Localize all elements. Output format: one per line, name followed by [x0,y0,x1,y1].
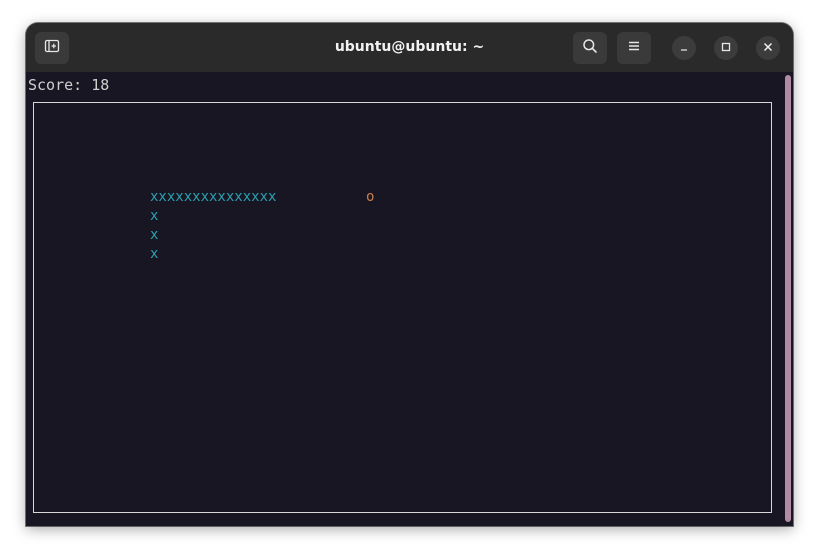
menu-button[interactable] [617,32,651,64]
new-tab-icon [44,38,60,59]
snake-segment: x [150,208,159,224]
terminal-area[interactable]: Score: 18 xxxxxxxxxxxxxxx x x x o [26,72,793,526]
search-icon [582,38,598,59]
minimize-button[interactable] [672,36,696,60]
maximize-button[interactable] [714,36,738,60]
close-button[interactable] [756,36,780,60]
maximize-icon [721,39,731,57]
snake-segment: x [150,227,159,243]
game-board: xxxxxxxxxxxxxxx x x x o [33,102,772,513]
terminal-window: ubuntu@ubuntu: ~ Score: 18 xxxxxxxxxxxxx… [26,23,793,526]
minimize-icon [679,39,689,57]
scrollbar[interactable] [785,75,791,522]
food-item: o [366,189,375,205]
new-tab-button[interactable] [35,32,69,64]
close-icon [763,39,773,57]
search-button[interactable] [573,32,607,64]
snake-segment-horizontal: xxxxxxxxxxxxxxx [150,189,277,205]
score-text: Score: 18 [28,76,110,94]
title-bar: ubuntu@ubuntu: ~ [26,23,793,72]
hamburger-menu-icon [627,39,641,58]
snake-segment: x [150,246,159,262]
